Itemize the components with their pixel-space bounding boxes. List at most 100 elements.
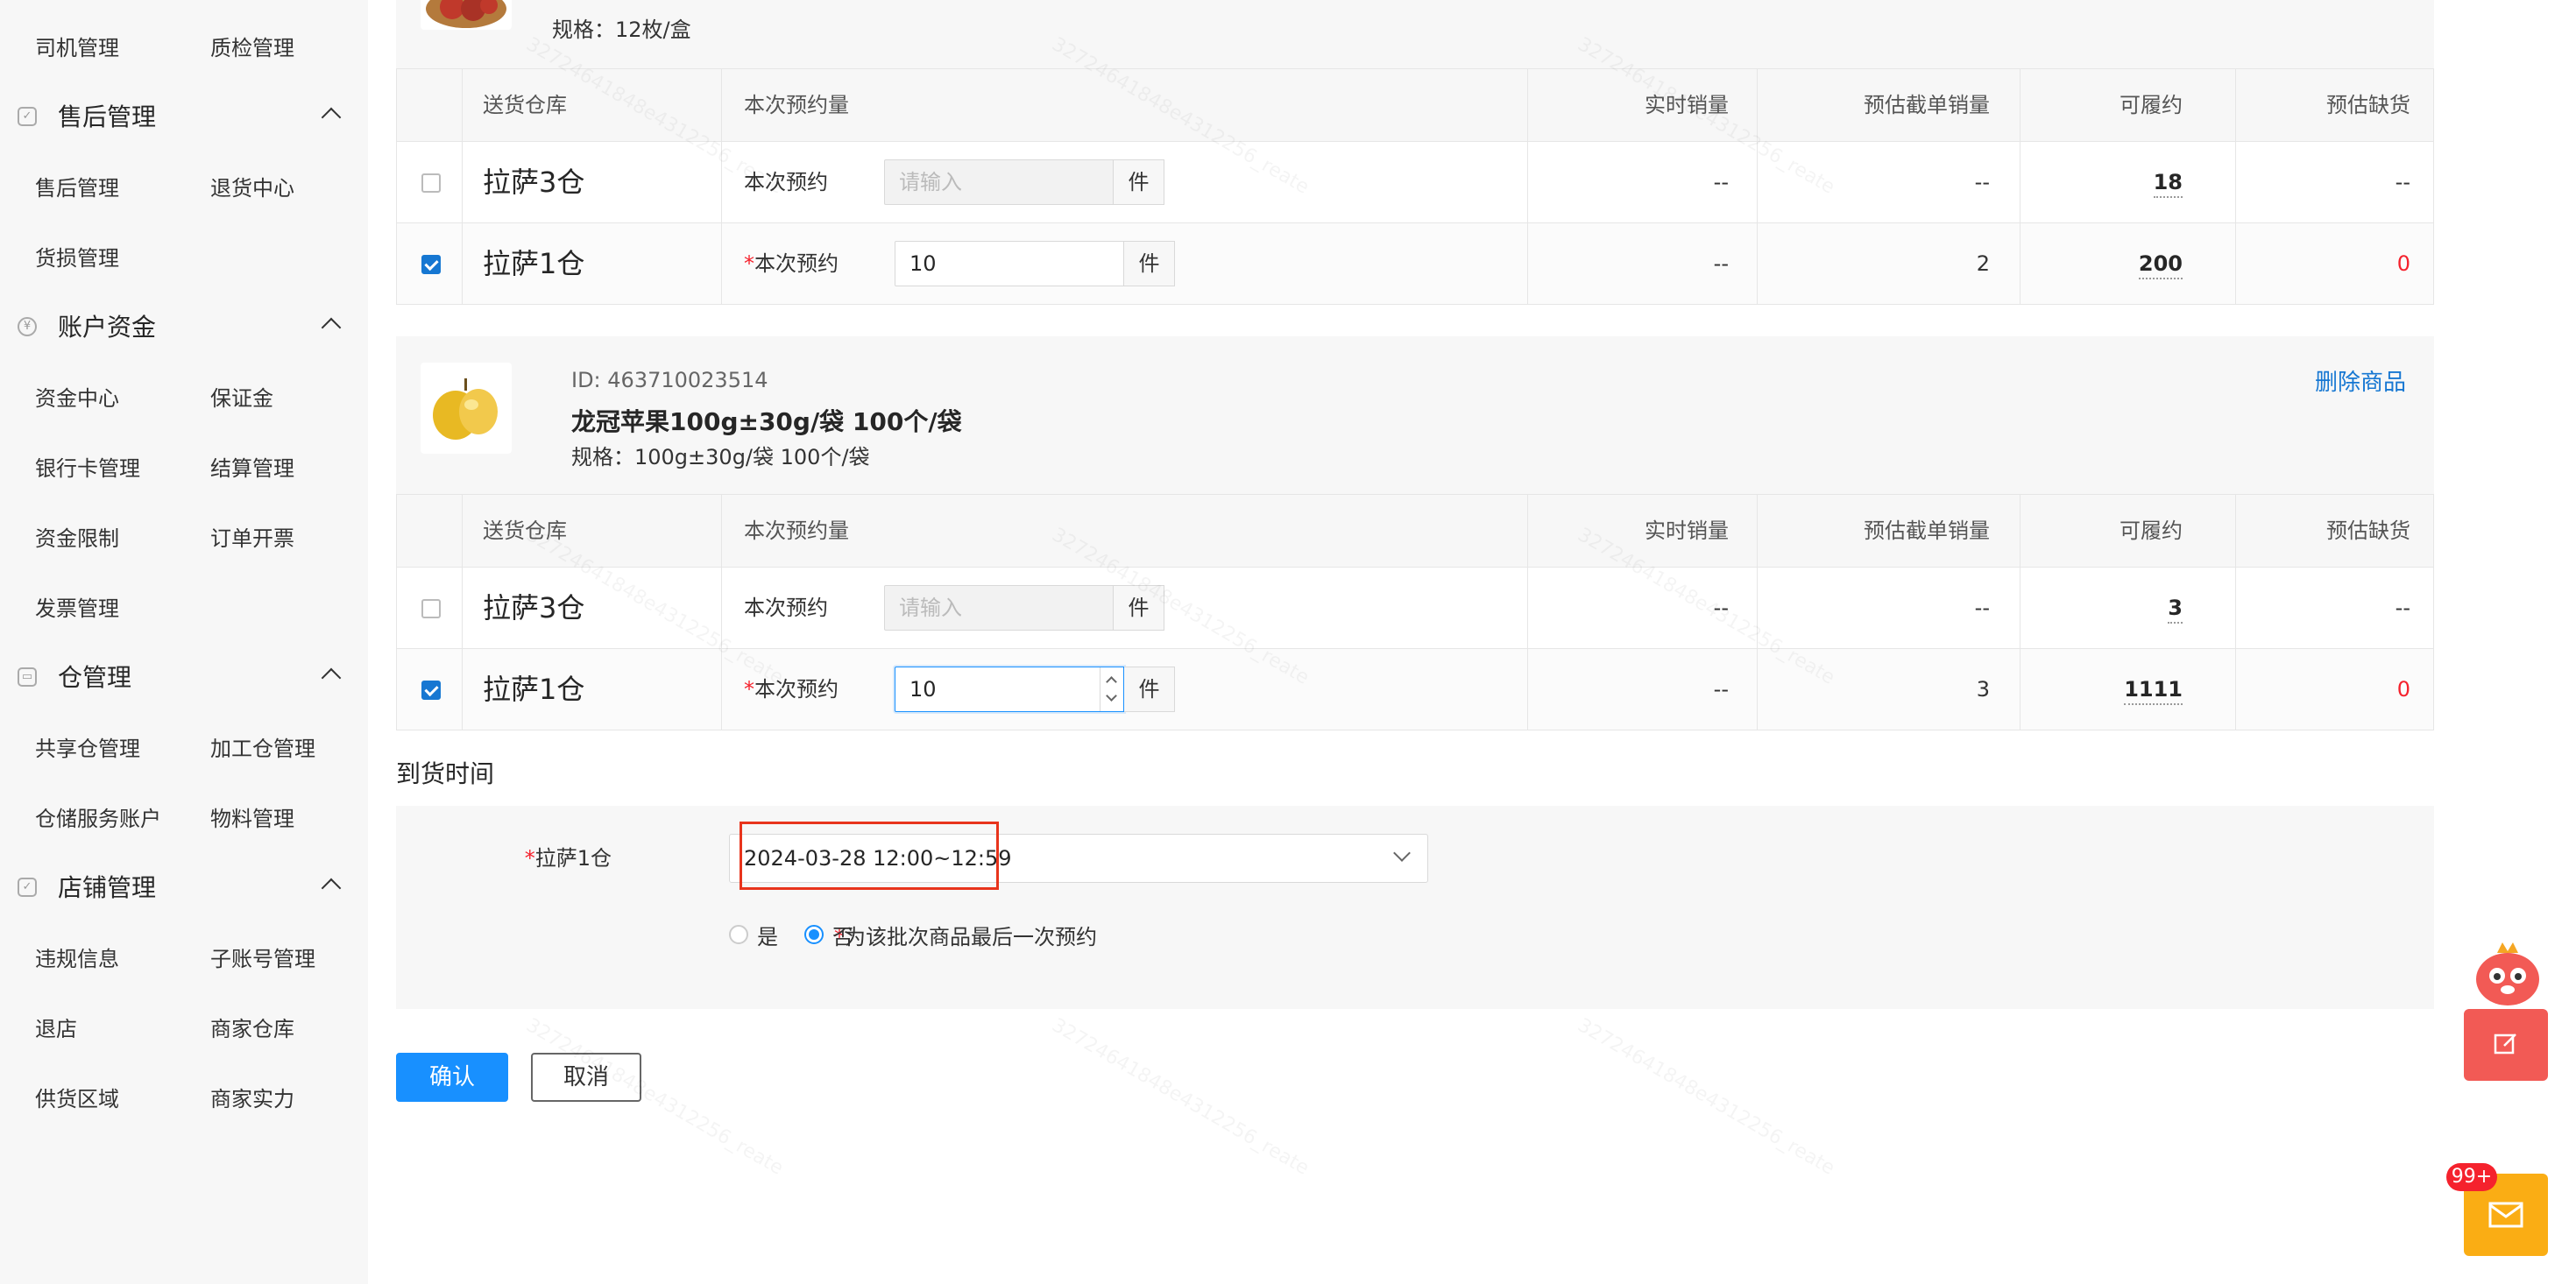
reserve-input[interactable]: 请输入	[884, 585, 1114, 631]
sidebar-item[interactable]: 违规信息	[35, 944, 119, 974]
notification-badge: 99+	[2446, 1163, 2497, 1191]
watermark: 32724641848e4312256_reate	[1048, 1014, 1313, 1180]
estimated-sales: 3	[1976, 677, 1990, 702]
warehouse-name: 拉萨3仓	[483, 166, 585, 199]
number-stepper[interactable]	[1100, 667, 1123, 711]
reserve-input[interactable]: 请输入	[884, 159, 1114, 205]
edit-icon	[2494, 1034, 2516, 1055]
shield-check-icon: ✓	[18, 107, 37, 126]
row-checkbox[interactable]	[421, 173, 441, 193]
cancel-button[interactable]: 取消	[531, 1053, 641, 1102]
col-shortage: 预估缺货	[2326, 519, 2410, 543]
last-reservation-label: *为该批次商品最后一次预约	[834, 925, 1097, 949]
unit-label: 件	[1114, 159, 1164, 205]
product-header: ID: 463710023514 龙冠苹果100g±30g/袋 100个/袋 规…	[396, 336, 2434, 494]
sidebar-item-driver[interactable]: 司机管理	[35, 33, 119, 63]
sidebar-item[interactable]: 商家仓库	[210, 1014, 294, 1044]
feedback-button[interactable]	[2464, 1009, 2548, 1081]
sidebar-item[interactable]: 资金限制	[35, 524, 119, 554]
highlight-box	[740, 822, 999, 890]
realtime-sales: --	[1713, 170, 1729, 194]
warehouse-name: 拉萨1仓	[483, 247, 585, 280]
radio-no-label[interactable]: 否	[832, 920, 853, 950]
col-estimated: 预估截单销量	[1864, 519, 1990, 543]
sidebar-item[interactable]: 货损管理	[35, 243, 119, 273]
table-header: 送货仓库 本次预约量 实时销量 预估截单销量 可履约 预估缺货	[397, 495, 2433, 568]
col-warehouse: 送货仓库	[483, 519, 567, 543]
sidebar-item[interactable]: 仓储服务账户	[35, 804, 161, 834]
sidebar-item[interactable]: 发票管理	[35, 594, 119, 624]
delete-product-link[interactable]: 删除商品	[2315, 364, 2406, 397]
warehouse-table: 送货仓库 本次预约量 实时销量 预估截单销量 可履约 预估缺货 拉萨3仓 本次预…	[396, 494, 2434, 730]
table-header: 送货仓库 本次预约量 实时销量 预估截单销量 可履约 预估缺货	[397, 69, 2433, 142]
chevron-up-icon	[321, 317, 342, 338]
radio-yes-label[interactable]: 是	[757, 920, 778, 950]
product-id: ID: 463710023514	[571, 368, 768, 392]
sidebar-group-title: 账户资金	[58, 313, 157, 342]
sidebar-item[interactable]: 物料管理	[210, 804, 294, 834]
sidebar-item[interactable]: 退货中心	[210, 173, 294, 203]
fulfill-value[interactable]: 1111	[2124, 649, 2183, 730]
chevron-up-icon	[321, 878, 342, 899]
warehouse-table: 送货仓库 本次预约量 实时销量 预估截单销量 可履约 预估缺货 拉萨3仓 本次预…	[396, 68, 2434, 305]
row-checkbox[interactable]	[421, 681, 441, 700]
sidebar-group-title: 售后管理	[58, 102, 157, 131]
fulfill-value[interactable]: 3	[2168, 568, 2183, 648]
fulfill-value[interactable]: 200	[2138, 223, 2183, 304]
unit-label: 件	[1124, 241, 1175, 286]
realtime-sales: --	[1713, 596, 1729, 620]
sidebar-group-warehouse[interactable]: ▭ 仓管理	[18, 662, 350, 697]
fulfill-value[interactable]: 18	[2153, 142, 2183, 222]
radio-no[interactable]	[804, 925, 824, 944]
sidebar-item-qc[interactable]: 质检管理	[210, 33, 294, 63]
yen-coin-icon: ¥	[18, 317, 37, 336]
mascot-icon	[2464, 941, 2551, 1016]
sidebar-group-store[interactable]: ✓ 店铺管理	[18, 872, 350, 907]
sidebar-item[interactable]: 退店	[35, 1014, 77, 1044]
arrival-warehouse-label: *拉萨1仓	[524, 846, 612, 871]
sidebar-item[interactable]: 资金中心	[35, 384, 119, 413]
unit-label: 件	[1124, 667, 1175, 712]
row-checkbox[interactable]	[421, 255, 441, 274]
stepper-down-icon[interactable]	[1106, 690, 1117, 702]
product-spec: 规格：100g±30g/袋 100个/袋	[571, 445, 870, 469]
sidebar-group-account[interactable]: ¥ 账户资金	[18, 312, 350, 347]
table-row: 拉萨1仓 *本次预约 10 件 -- 2 200 0	[397, 223, 2433, 304]
sidebar-item[interactable]: 供货区域	[35, 1084, 119, 1114]
table-row: 拉萨1仓 *本次预约 10 件 -- 3 1111 0	[397, 649, 2433, 730]
reserve-label: 本次预约	[744, 170, 828, 194]
sidebar-group-aftersale[interactable]: ✓ 售后管理	[18, 102, 350, 137]
col-fulfill: 可履约	[2120, 519, 2183, 543]
col-reserve: 本次预约量	[744, 93, 849, 117]
reserve-input[interactable]: 10	[895, 241, 1124, 286]
product-thumbnail	[421, 0, 512, 30]
sidebar-item[interactable]: 共享仓管理	[35, 734, 140, 764]
sidebar-item[interactable]: 保证金	[210, 384, 273, 413]
sidebar-item[interactable]: 银行卡管理	[35, 454, 140, 483]
sidebar-item[interactable]: 售后管理	[35, 173, 119, 203]
table-row: 拉萨3仓 本次预约 请输入 件 -- -- 3 --	[397, 568, 2433, 649]
estimated-sales: 2	[1976, 251, 1990, 276]
warehouse-name: 拉萨1仓	[483, 673, 585, 706]
realtime-sales: --	[1713, 677, 1729, 702]
stepper-up-icon[interactable]	[1106, 676, 1117, 688]
sidebar-item[interactable]: 结算管理	[210, 454, 294, 483]
reserve-input[interactable]: 10	[895, 667, 1124, 712]
warehouse-name: 拉萨3仓	[483, 591, 585, 624]
col-fulfill: 可履约	[2120, 93, 2183, 117]
sidebar-item[interactable]: 订单开票	[210, 524, 294, 554]
col-reserve: 本次预约量	[744, 519, 849, 543]
sidebar-item[interactable]: 子账号管理	[210, 944, 315, 974]
arrival-form: *拉萨1仓 2024-03-28 12:00~12:59 *为该批次商品最后一次…	[396, 806, 2434, 1009]
col-estimated: 预估截单销量	[1864, 93, 1990, 117]
sidebar: 司机管理 质检管理 ✓ 售后管理 售后管理 退货中心 货损管理 ¥ 账户资金 资…	[0, 0, 368, 1284]
chevron-down-icon	[1393, 844, 1411, 862]
confirm-button[interactable]: 确认	[396, 1053, 508, 1102]
main-content: 规格：12枚/盒 送货仓库 本次预约量 实时销量 预估截单销量 可履约 预估缺货…	[368, 0, 2576, 1284]
sidebar-item[interactable]: 加工仓管理	[210, 734, 315, 764]
row-checkbox[interactable]	[421, 599, 441, 618]
sidebar-item[interactable]: 商家实力	[210, 1084, 294, 1114]
product-thumbnail	[421, 363, 512, 454]
radio-yes[interactable]	[729, 925, 748, 944]
col-realtime: 实时销量	[1645, 93, 1729, 117]
